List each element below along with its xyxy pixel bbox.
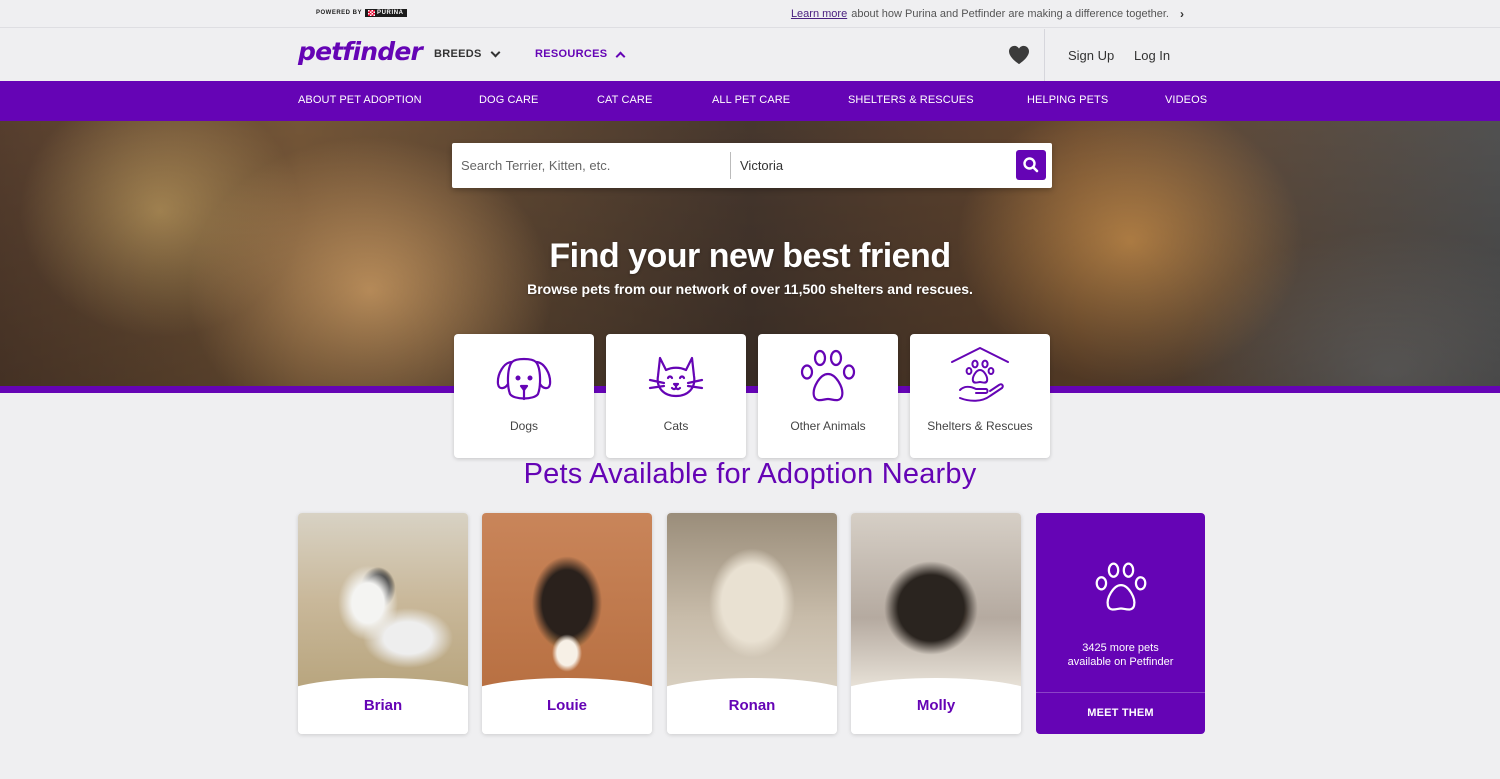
resources-label: RESOURCES: [535, 48, 608, 60]
site-header: petfinder BREEDS RESOURCES Sign Up Log I…: [0, 29, 1500, 81]
resources-nav-bar: ABOUT PET ADOPTION DOG CARE CAT CARE ALL…: [0, 81, 1500, 121]
header-divider: [1044, 29, 1045, 81]
purina-topbar: POWERED BY PURINA Learn more about how P…: [0, 0, 1500, 28]
petfinder-logo[interactable]: petfinder: [298, 37, 423, 66]
hero-title: Find your new best friend: [549, 237, 951, 275]
chevron-up-icon: [615, 51, 626, 61]
powered-by-purina[interactable]: POWERED BY PURINA: [316, 9, 407, 17]
category-label: Other Animals: [790, 419, 866, 433]
pet-photo: [851, 513, 1021, 688]
pet-name: Ronan: [728, 697, 776, 714]
breeds-label: BREEDS: [434, 48, 482, 60]
shelter-icon: [951, 347, 1009, 402]
hero-bottom-stripe: [0, 386, 1500, 393]
nav-all-pet-care[interactable]: ALL PET CARE: [712, 94, 790, 106]
pet-card-ronan[interactable]: Ronan: [667, 513, 837, 734]
learn-more-link[interactable]: Learn more: [791, 8, 847, 20]
nav-cat-care[interactable]: CAT CARE: [597, 94, 652, 106]
more-pets-card[interactable]: 3425 more pets available on Petfinder MEE…: [1036, 513, 1205, 734]
hero-subtitle: Browse pets from our network of over 11,…: [527, 281, 973, 297]
chevron-down-icon: [490, 47, 501, 57]
breeds-menu[interactable]: BREEDS: [434, 47, 501, 60]
pet-photo: [482, 513, 652, 688]
category-card-cats[interactable]: Cats: [606, 334, 746, 458]
nav-shelters-rescues[interactable]: SHELTERS & RESCUES: [848, 94, 974, 106]
nav-about-pet-adoption[interactable]: ABOUT PET ADOPTION: [298, 94, 422, 106]
pet-search-input[interactable]: [461, 143, 727, 188]
heart-icon[interactable]: [1008, 45, 1030, 65]
nav-videos[interactable]: VIDEOS: [1165, 94, 1207, 106]
meet-them-button[interactable]: MEET THEM: [1036, 707, 1205, 719]
search-divider: [730, 152, 731, 179]
pet-name: Louie: [547, 697, 587, 714]
category-label: Shelters & Rescues: [927, 419, 1033, 433]
category-card-other-animals[interactable]: Other Animals: [758, 334, 898, 458]
learn-more-text: about how Purina and Petfinder are makin…: [851, 8, 1169, 20]
pet-name: Brian: [363, 697, 403, 714]
pet-card-louie[interactable]: Louie: [482, 513, 652, 734]
pet-name: Molly: [916, 697, 956, 714]
paw-icon: [800, 349, 856, 402]
pet-card-brian[interactable]: Brian: [298, 513, 468, 734]
learn-more-banner: Learn more about how Purina and Petfinde…: [791, 7, 1184, 21]
nav-helping-pets[interactable]: HELPING PETS: [1027, 94, 1108, 106]
sign-up-link[interactable]: Sign Up: [1068, 48, 1114, 63]
cat-icon: [648, 356, 704, 398]
pet-card-molly[interactable]: Molly: [851, 513, 1021, 734]
search-icon: [1023, 157, 1039, 173]
powered-by-label: POWERED BY: [316, 10, 363, 16]
category-card-shelters-rescues[interactable]: Shelters & Rescues: [910, 334, 1050, 458]
resources-menu[interactable]: RESOURCES: [535, 48, 626, 61]
chevron-right-icon[interactable]: ›: [1180, 7, 1184, 21]
location-input[interactable]: [740, 143, 1010, 188]
paw-icon: [1095, 562, 1147, 611]
dog-icon: [496, 357, 552, 401]
more-pets-divider: [1036, 692, 1205, 693]
log-in-link[interactable]: Log In: [1134, 48, 1170, 63]
nav-dog-care[interactable]: DOG CARE: [479, 94, 538, 106]
search-button[interactable]: [1016, 150, 1046, 180]
pet-photo: [667, 513, 837, 688]
pet-search-bar: [452, 143, 1052, 188]
purina-checkerboard-icon: [368, 10, 376, 16]
more-pets-count-text: 3425 more pets available on Petfinder: [1067, 642, 1174, 668]
purina-logo: PURINA: [365, 9, 407, 17]
category-label: Cats: [663, 419, 689, 433]
purina-logo-text: PURINA: [377, 10, 404, 16]
section-title-pets-nearby: Pets Available for Adoption Nearby: [523, 458, 977, 490]
category-card-dogs[interactable]: Dogs: [454, 334, 594, 458]
pet-photo: [298, 513, 468, 688]
category-label: Dogs: [509, 419, 538, 433]
